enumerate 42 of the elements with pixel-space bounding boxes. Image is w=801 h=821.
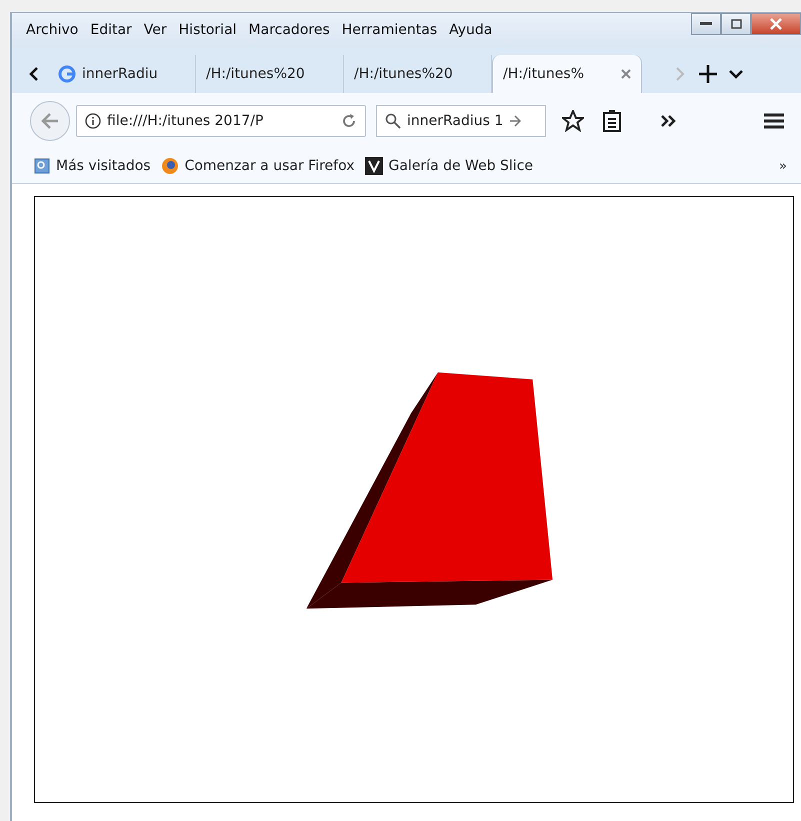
tab-title: /H:/itunes%	[503, 66, 584, 82]
info-icon	[85, 113, 101, 129]
back-button[interactable]	[30, 101, 70, 141]
address-field[interactable]: file:///H:/itunes 2017/P	[76, 105, 366, 137]
bookmark-star-icon[interactable]	[562, 110, 584, 132]
plus-icon	[699, 65, 717, 83]
bookmark-item[interactable]: Más visitados	[34, 158, 151, 174]
bookmark-item[interactable]: Comenzar a usar Firefox	[160, 157, 354, 175]
chevron-left-icon	[29, 67, 39, 81]
overflow-icon[interactable]	[660, 114, 676, 128]
minimize-button[interactable]	[691, 13, 721, 35]
menu-item[interactable]: Ver	[144, 22, 167, 38]
close-button[interactable]	[751, 13, 801, 35]
back-arrow-icon	[41, 113, 59, 129]
menu-item[interactable]: Marcadores	[248, 22, 330, 38]
tab-title: /H:/itunes%20	[206, 66, 305, 82]
globe-icon	[160, 157, 179, 175]
chevron-right-icon	[675, 67, 685, 81]
chevron-down-icon	[729, 69, 743, 79]
tab-title: innerRadiu	[82, 66, 158, 82]
menu-item[interactable]: Ayuda	[449, 22, 492, 38]
maximize-icon	[730, 19, 742, 29]
slice-icon	[364, 157, 382, 175]
menu-item[interactable]: Editar	[90, 22, 132, 38]
clipboard-icon[interactable]	[602, 110, 622, 132]
browser-tab[interactable]: /H:/itunes%	[492, 55, 642, 93]
close-icon	[770, 18, 782, 30]
menu-icon[interactable]	[763, 112, 785, 130]
reload-icon[interactable]	[341, 113, 357, 129]
maximize-button[interactable]	[721, 13, 751, 35]
close-icon[interactable]	[621, 69, 631, 79]
menu-item[interactable]: Herramientas	[342, 22, 438, 38]
menu-item[interactable]: Historial	[178, 22, 237, 38]
menu-item[interactable]: Archivo	[26, 22, 78, 38]
tab-title: /H:/itunes%20	[354, 66, 453, 82]
bookmark-item[interactable]: Galería de Web Slice	[364, 157, 534, 175]
search-icon	[385, 113, 401, 129]
bookmarks-overflow[interactable]: »	[779, 158, 787, 174]
minimize-icon	[700, 22, 712, 26]
go-arrow-icon[interactable]	[509, 115, 522, 127]
folder-icon	[34, 158, 50, 174]
search-field[interactable]: innerRadius 1	[376, 105, 546, 137]
